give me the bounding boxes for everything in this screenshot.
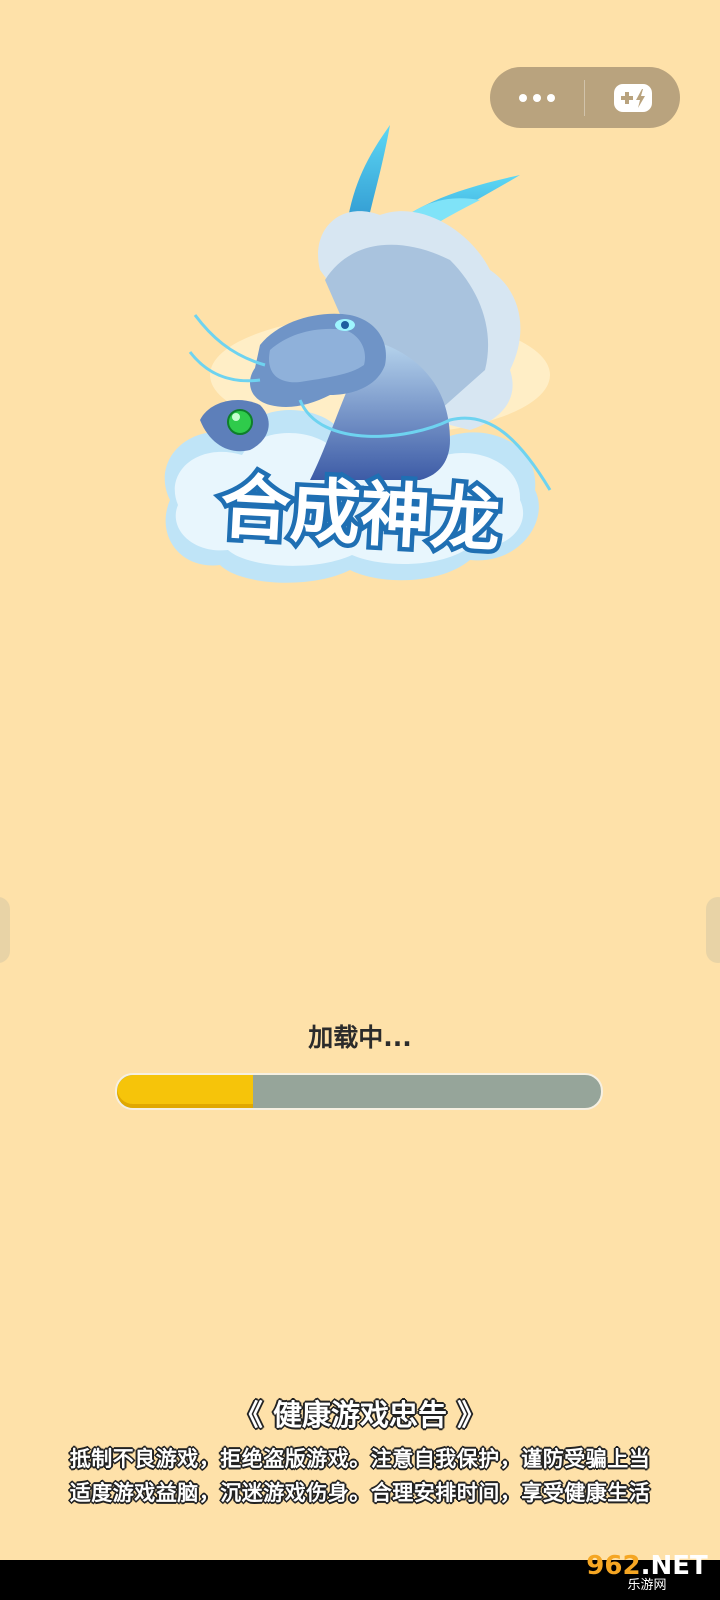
watermark-net: .NET [640, 1551, 708, 1581]
health-notice-title: 《 健康游戏忠告 》 [233, 1398, 487, 1432]
loading-label: 加载中... [308, 1023, 412, 1052]
dragon-icon: 合成神龙 [164, 125, 552, 583]
game-center-button[interactable] [585, 67, 680, 128]
left-edge-handle [0, 897, 10, 963]
right-edge-handle [706, 897, 720, 963]
gamepad-icon [613, 83, 652, 112]
loading-progress-fill [117, 1075, 253, 1108]
mini-program-capsule [490, 67, 680, 128]
more-button[interactable] [490, 67, 584, 128]
health-notice-line-2: 适度游戏益脑，沉迷游戏伤身。合理安排时间，享受健康生活 [69, 1481, 651, 1505]
watermark-number: 962 [586, 1551, 641, 1581]
game-logo: 合成神龙 [150, 120, 570, 600]
health-notice-line-1: 抵制不良游戏，拒绝盗版游戏。注意自我保护，谨防受骗上当 [69, 1447, 651, 1471]
watermark-sub: 乐游网 [627, 1578, 667, 1593]
loading-progress-bar [115, 1073, 603, 1110]
more-dots-icon [519, 93, 555, 102]
game-title: 合成神龙 [218, 466, 502, 563]
watermark-logo: 962.NET 乐游网 [580, 1550, 714, 1596]
